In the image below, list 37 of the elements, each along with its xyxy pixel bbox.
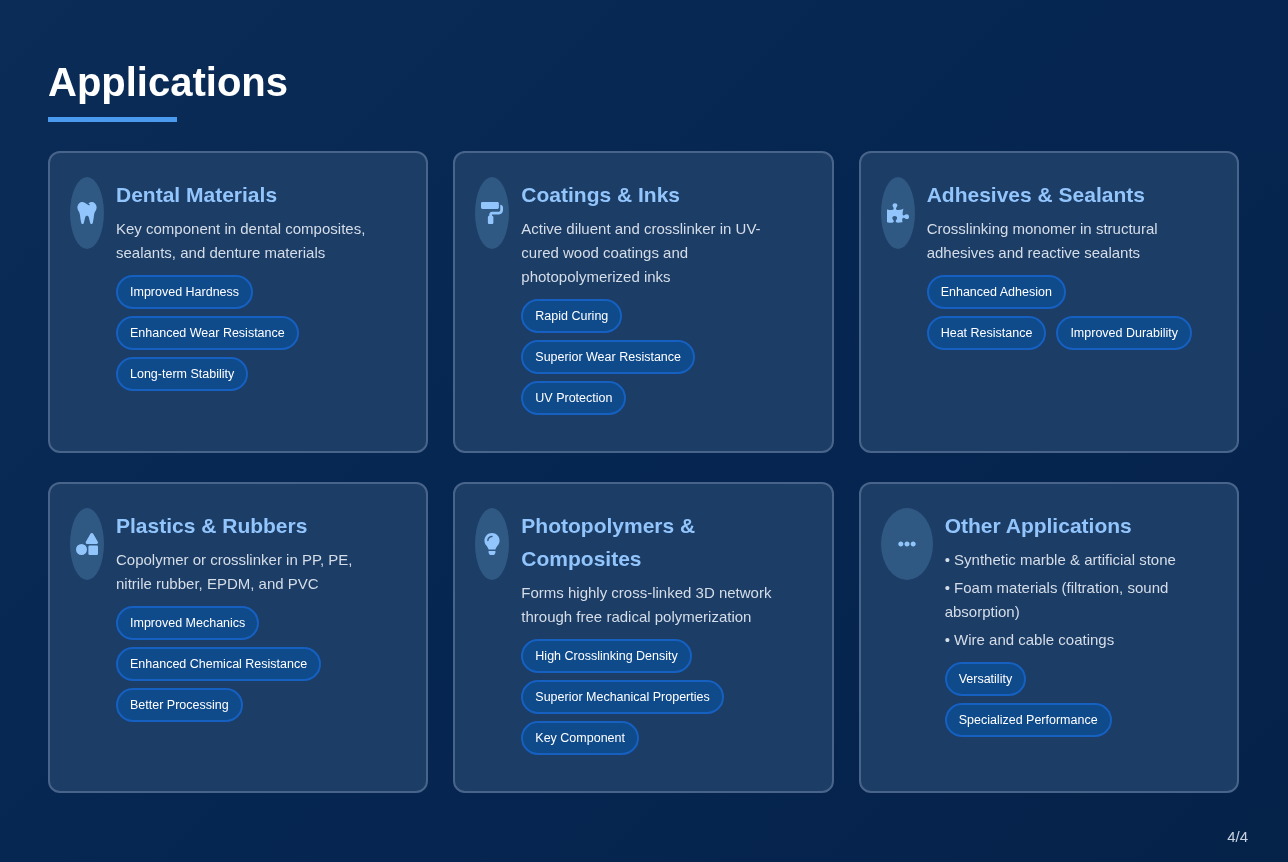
card-title: Dental Materials <box>116 182 279 208</box>
page-number: 4/4 <box>1227 826 1248 847</box>
feature-tag: Specialized Performance <box>944 703 1112 737</box>
feature-tag: Versatility <box>944 662 1027 696</box>
card-description: Crosslinking monomer in structural adhesives and reactive sealants <box>926 219 1159 263</box>
bullet-item: • Foam materials (filtration, sound absorption) <box>944 578 1170 622</box>
feature-tag: Long-term Stability <box>116 357 249 391</box>
bullet-item: • Wire and cable coatings <box>944 630 1116 650</box>
feature-tag: Enhanced Chemical Resistance <box>116 647 322 681</box>
card-description: Forms highly cross-linked 3D network through free radical polymerization <box>521 583 773 627</box>
card-description: Key component in dental composites, sealants, and denture materials <box>116 219 367 263</box>
bullet-item: • Synthetic marble & artificial stone <box>944 550 1177 570</box>
feature-tag: Rapid Curing <box>521 299 623 333</box>
tooth-icon <box>76 202 98 224</box>
card-description: Copolymer or crosslinker in PP, PE, nitrile rubber, EPDM, and PVC <box>116 550 354 594</box>
feature-tag: Enhanced Wear Resistance <box>116 316 299 350</box>
card-title: Other Applications <box>944 513 1133 539</box>
feature-tag: Better Processing <box>116 688 243 722</box>
feature-tag: Improved Hardness <box>116 275 254 309</box>
feature-tag: Key Component <box>521 721 639 755</box>
feature-tag: Enhanced Adhesion <box>926 275 1066 309</box>
paint-roller-icon <box>481 202 504 224</box>
card-title: Coatings & Inks <box>521 182 682 208</box>
card-title: Plastics & Rubbers <box>116 513 309 539</box>
puzzle-piece-icon <box>886 202 909 224</box>
feature-tag: Improved Mechanics <box>116 606 260 640</box>
feature-tag: Superior Mechanical Properties <box>521 680 724 714</box>
feature-tag: Superior Wear Resistance <box>521 340 695 374</box>
feature-tag: UV Protection <box>521 381 627 415</box>
card-title: Adhesives & Sealants <box>926 182 1146 208</box>
feature-tag: High Crosslinking Density <box>521 639 692 673</box>
page-title: Applications <box>48 59 289 106</box>
feature-tag: Improved Durability <box>1056 316 1193 350</box>
feature-tag: Heat Resistance <box>926 316 1047 350</box>
card-title: Photopolymers & Composites <box>521 513 697 572</box>
card-description: Active diluent and crosslinker in UV-cured wood coatings and photopolymerized inks <box>521 219 762 287</box>
shapes-icon <box>76 533 98 555</box>
